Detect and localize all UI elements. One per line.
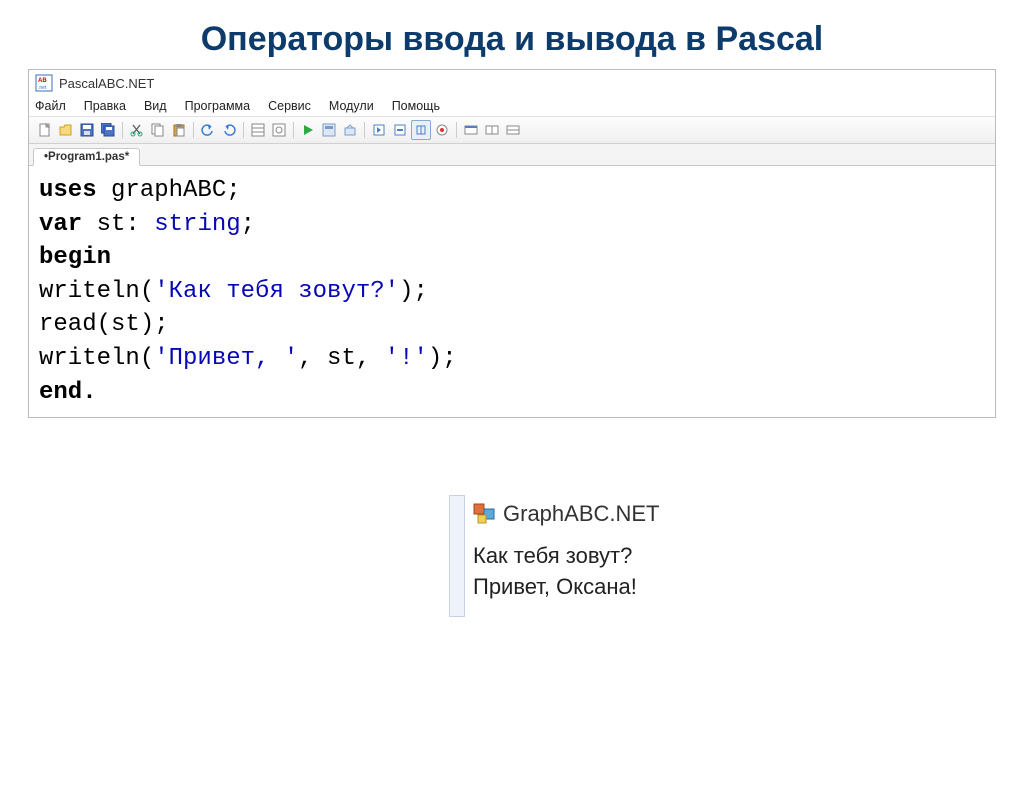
- paste-icon[interactable]: [169, 120, 189, 140]
- menu-help[interactable]: Помощь: [392, 99, 440, 113]
- toolbar: [29, 116, 995, 144]
- view3-icon[interactable]: [503, 120, 523, 140]
- run-icon[interactable]: [298, 120, 318, 140]
- code-line-4: writeln('Как тебя зовут?');: [39, 275, 985, 309]
- properties-icon[interactable]: [248, 120, 268, 140]
- menu-modules[interactable]: Модули: [329, 99, 374, 113]
- output-line-2: Привет, Оксана!: [473, 572, 873, 603]
- code-line-5: read(st);: [39, 308, 985, 342]
- output-app-icon: [473, 503, 495, 525]
- titlebar: AB .net PascalABC.NET: [29, 70, 995, 96]
- code-line-7: end.: [39, 376, 985, 410]
- tab-program1[interactable]: •Program1.pas*: [33, 148, 140, 166]
- step-out-icon[interactable]: [411, 120, 431, 140]
- output-window: GraphABC.NET Как тебя зовут? Привет, Окс…: [460, 495, 883, 611]
- redo-icon[interactable]: [219, 120, 239, 140]
- step-into-icon[interactable]: [369, 120, 389, 140]
- save-all-icon[interactable]: [98, 120, 118, 140]
- code-line-1: uses graphABC;: [39, 174, 985, 208]
- breakpoint-icon[interactable]: [432, 120, 452, 140]
- cut-icon[interactable]: [127, 120, 147, 140]
- tools-icon[interactable]: [269, 120, 289, 140]
- svg-text:.net: .net: [38, 85, 47, 91]
- svg-text:AB: AB: [38, 78, 47, 84]
- step-over-icon[interactable]: [390, 120, 410, 140]
- menu-view[interactable]: Вид: [144, 99, 167, 113]
- new-file-icon[interactable]: [35, 120, 55, 140]
- output-line-1: Как тебя зовут?: [473, 541, 873, 572]
- output-body: Как тебя зовут? Привет, Оксана!: [463, 533, 883, 611]
- code-line-3: begin: [39, 241, 985, 275]
- output-title: GraphABC.NET: [503, 501, 660, 527]
- copy-icon[interactable]: [148, 120, 168, 140]
- menu-service[interactable]: Сервис: [268, 99, 311, 113]
- scrollbar[interactable]: [449, 495, 465, 617]
- output-titlebar: GraphABC.NET: [463, 495, 883, 533]
- view-icon[interactable]: [461, 120, 481, 140]
- menu-edit[interactable]: Правка: [84, 99, 126, 113]
- app-title: PascalABC.NET: [59, 76, 154, 91]
- build-icon[interactable]: [340, 120, 360, 140]
- tabbar: •Program1.pas*: [29, 144, 995, 166]
- menu-program[interactable]: Программа: [185, 99, 251, 113]
- save-icon[interactable]: [77, 120, 97, 140]
- compile-icon[interactable]: [319, 120, 339, 140]
- menu-file[interactable]: Файл: [35, 99, 66, 113]
- ide-window: AB .net PascalABC.NET Файл Правка Вид Пр…: [28, 69, 996, 418]
- slide-title: Операторы ввода и вывода в Pascal: [0, 20, 1024, 59]
- app-icon: AB .net: [35, 74, 53, 92]
- code-line-2: var st: string;: [39, 208, 985, 242]
- open-file-icon[interactable]: [56, 120, 76, 140]
- undo-icon[interactable]: [198, 120, 218, 140]
- code-line-6: writeln('Привет, ', st, '!');: [39, 342, 985, 376]
- menubar: Файл Правка Вид Программа Сервис Модули …: [29, 96, 995, 116]
- code-editor[interactable]: uses graphABC; var st: string; begin wri…: [29, 166, 995, 417]
- view2-icon[interactable]: [482, 120, 502, 140]
